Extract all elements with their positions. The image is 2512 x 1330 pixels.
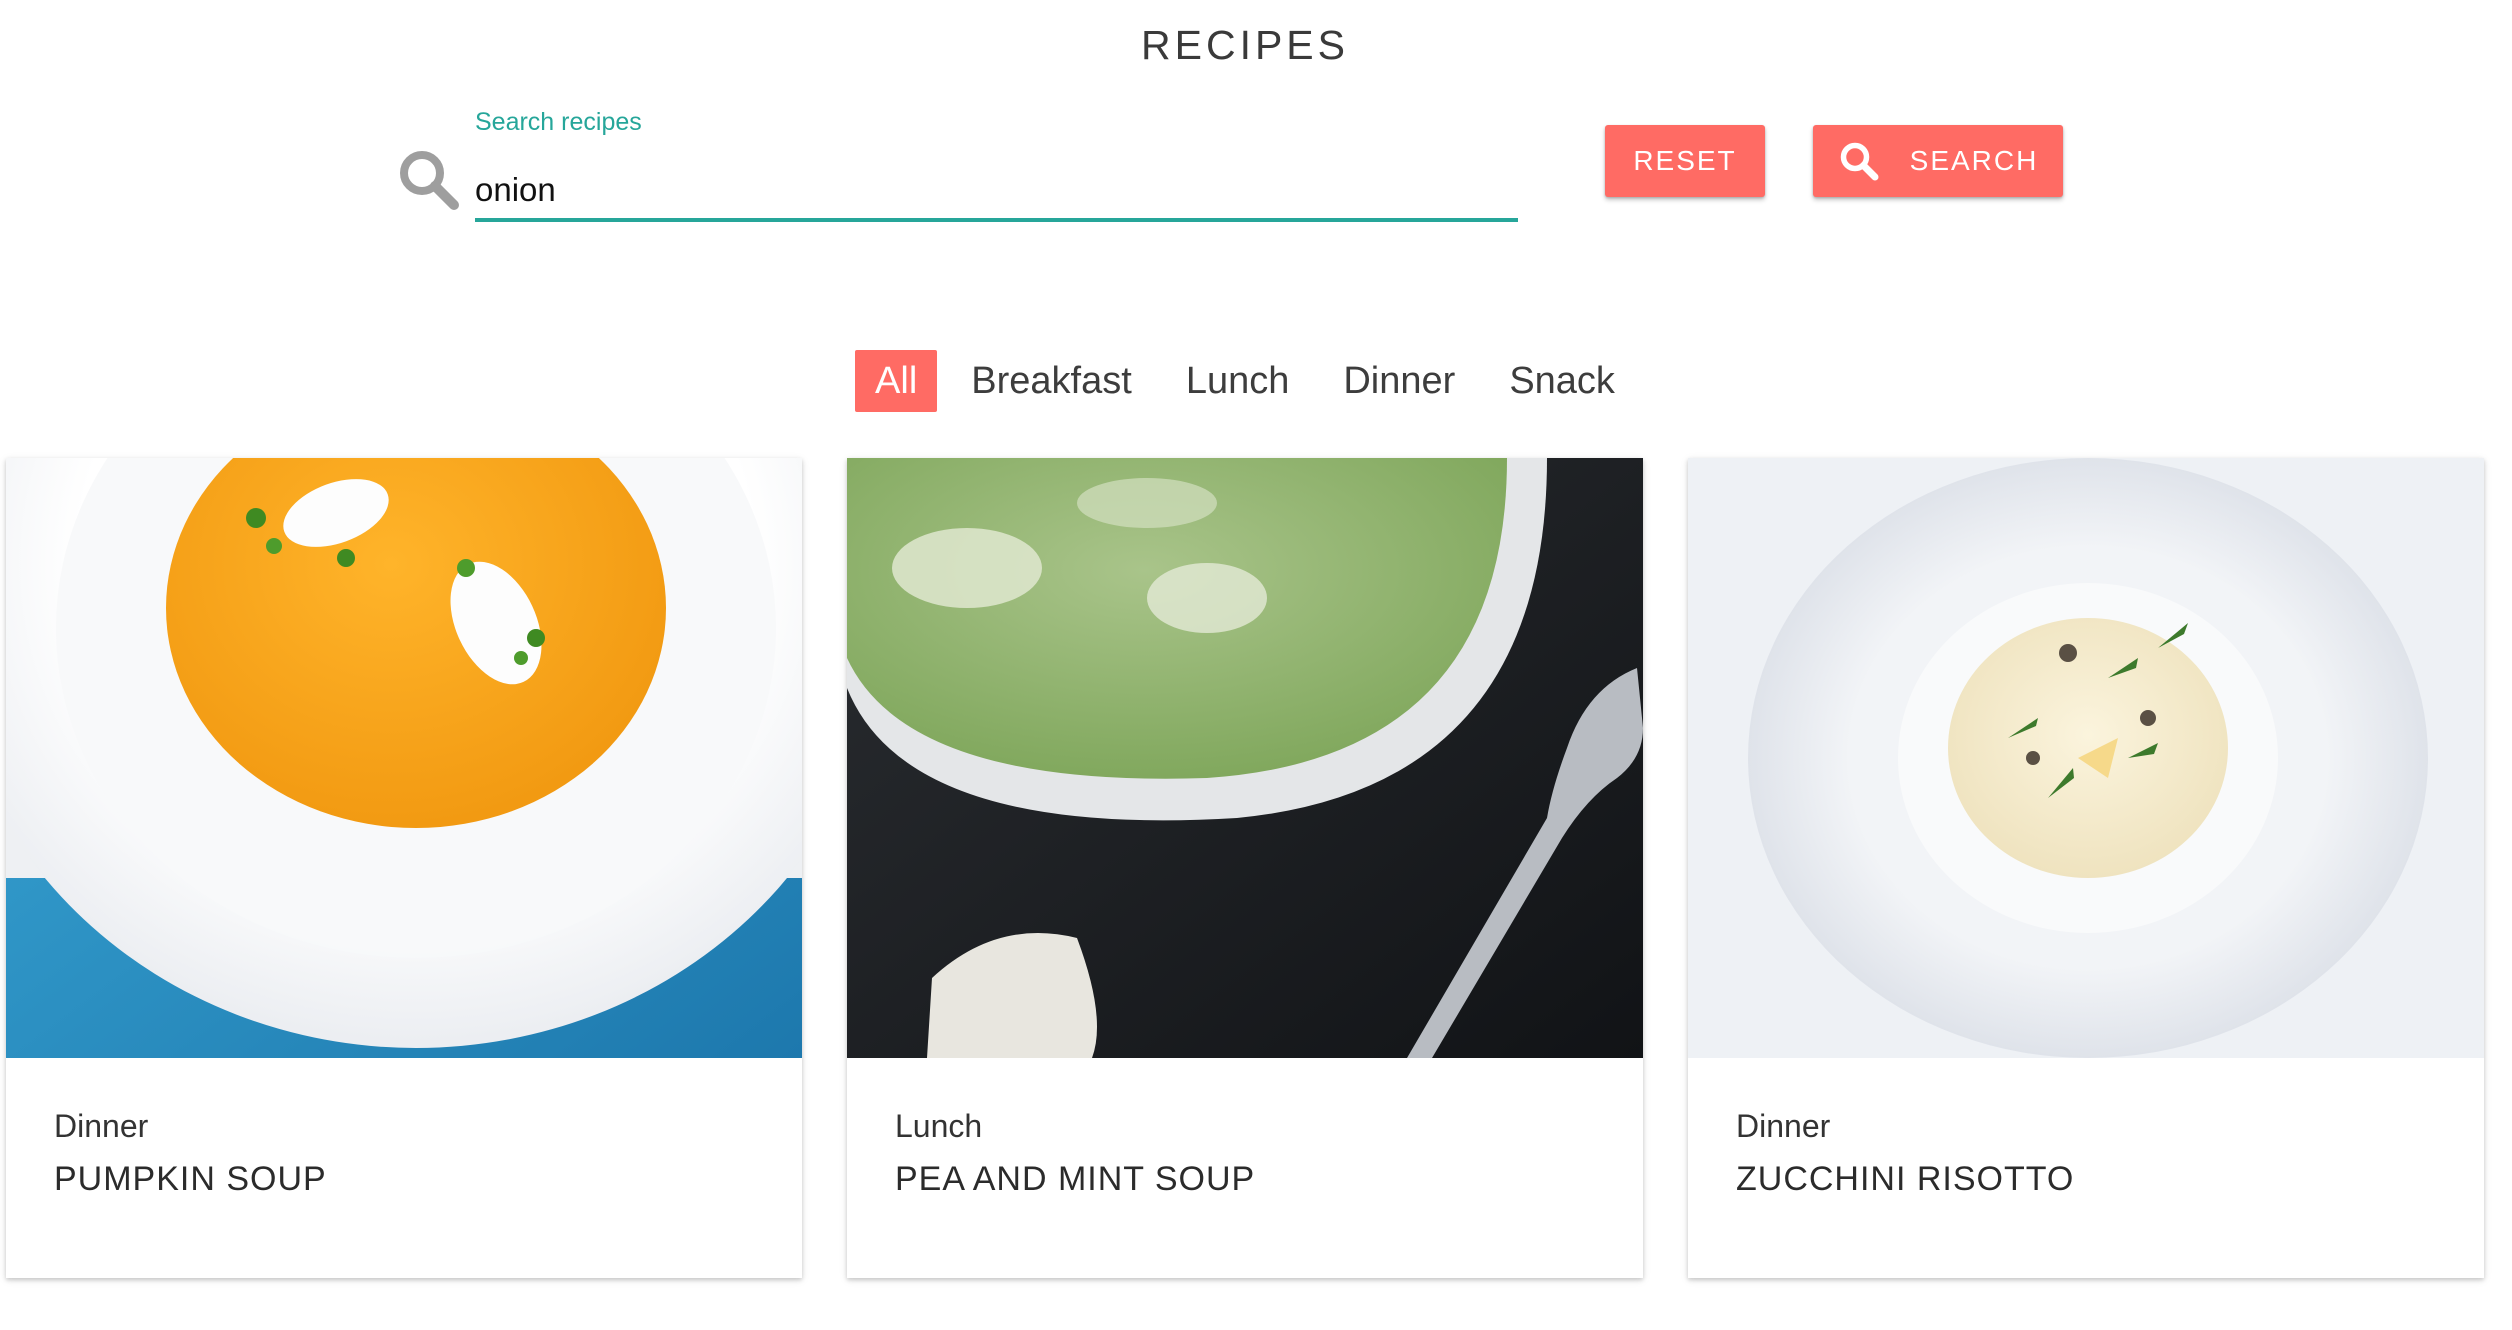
category-filter-tabs: All Breakfast Lunch Dinner Snack (0, 350, 2490, 412)
search-label: Search recipes (475, 108, 642, 136)
recipe-title[interactable]: ZUCCHINI RISOTTO (1736, 1160, 2074, 1199)
recipe-category: Dinner (1736, 1108, 1831, 1144)
tab-lunch[interactable]: Lunch (1166, 350, 1310, 412)
recipe-category: Dinner (54, 1108, 149, 1144)
search-input[interactable] (475, 162, 1518, 222)
pumpkin-soup-image (6, 458, 802, 1058)
tab-all[interactable]: All (855, 350, 938, 412)
recipe-category: Lunch (895, 1108, 983, 1144)
recipe-card[interactable]: Dinner ZUCCHINI RISOTTO (1688, 458, 2484, 1278)
search-button-label: SEARCH (1909, 145, 2039, 176)
tab-dinner[interactable]: Dinner (1323, 350, 1475, 412)
search-button[interactable]: SEARCH (1813, 125, 2063, 197)
recipe-card[interactable]: Lunch PEA AND MINT SOUP (847, 458, 1643, 1278)
recipe-title[interactable]: PEA AND MINT SOUP (895, 1160, 1255, 1199)
tab-snack[interactable]: Snack (1489, 350, 1635, 412)
reset-button[interactable]: RESET (1605, 125, 1765, 197)
recipe-title[interactable]: PUMPKIN SOUP (54, 1160, 327, 1199)
tab-breakfast[interactable]: Breakfast (951, 350, 1152, 412)
search-icon (400, 151, 459, 210)
page-title: RECIPES (1141, 22, 1349, 68)
search-icon (1840, 142, 1879, 181)
search-field[interactable]: Search recipes (475, 108, 1518, 231)
recipe-card[interactable]: Dinner PUMPKIN SOUP (6, 458, 802, 1278)
zucchini-risotto-image (1688, 458, 2484, 1058)
reset-button-label: RESET (1633, 145, 1737, 176)
pea-mint-soup-image (847, 458, 1643, 1058)
